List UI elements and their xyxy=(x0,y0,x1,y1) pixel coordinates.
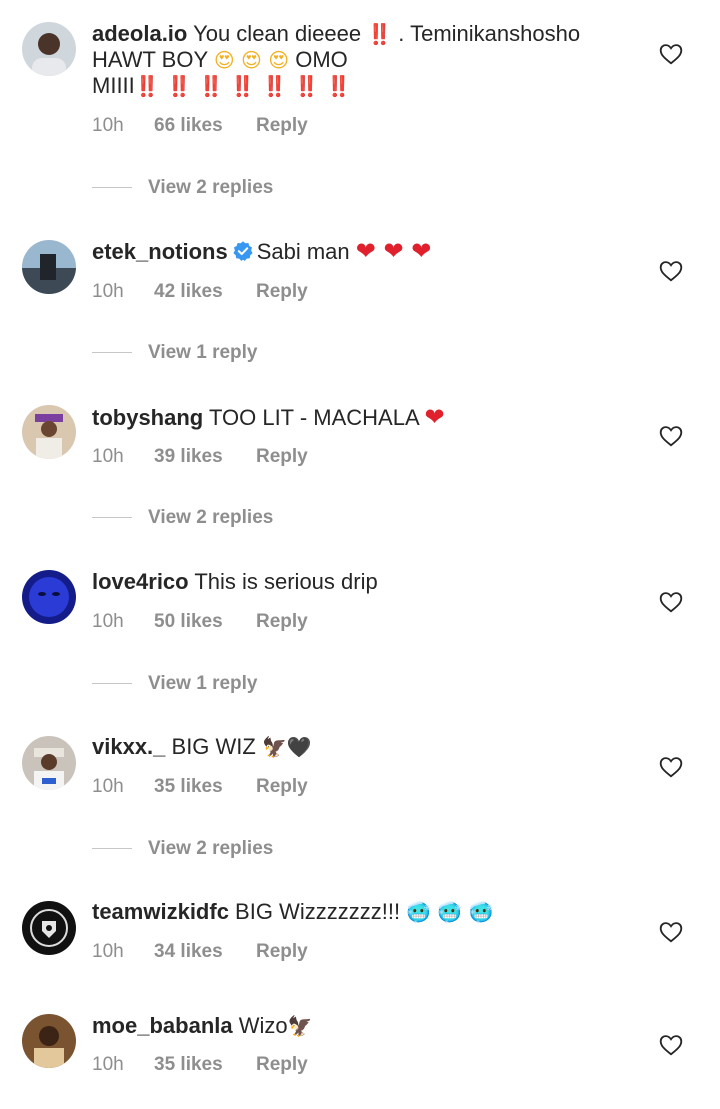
reply-button[interactable]: Reply xyxy=(256,115,308,137)
comment-text: moe_babanla Wizo🦅 xyxy=(92,1013,313,1038)
comment-text: adeola.io You clean dieeee ‼️ . Teminika… xyxy=(92,21,581,98)
comment-time: 10h xyxy=(92,115,124,136)
red-heart-emoji: ❤ ❤ ❤ xyxy=(355,237,432,265)
comment-likes[interactable]: 42 likes xyxy=(154,281,256,303)
avatar[interactable] xyxy=(22,240,76,294)
like-heart-icon[interactable] xyxy=(658,919,684,945)
comment-text: etek_notions Sabi man ❤ ❤ ❤ xyxy=(92,237,432,265)
comment-text: vikxx._ BIG WIZ 🦅🖤 xyxy=(92,734,312,759)
comment-time: 10h xyxy=(92,941,124,962)
comment-text: love4rico This is serious drip xyxy=(92,569,378,594)
comment-likes[interactable]: 35 likes xyxy=(154,776,256,798)
avatar[interactable] xyxy=(22,736,76,790)
comment-text: teamwizkidfc BIG Wizzzzzzz!!! 🥶 🥶 🥶 xyxy=(92,899,494,924)
comment-meta: 10h 42 likes Reply xyxy=(92,281,308,303)
eagle-black-heart-emoji: 🦅🖤 xyxy=(261,735,312,759)
view-replies-button[interactable]: View 2 replies xyxy=(92,177,273,199)
comment-username[interactable]: adeola.io xyxy=(92,21,187,46)
replies-divider xyxy=(92,517,132,519)
comment-username[interactable]: teamwizkidfc xyxy=(92,899,229,924)
comment-likes[interactable]: 35 likes xyxy=(154,1054,256,1076)
comment-time: 10h xyxy=(92,611,124,632)
avatar[interactable] xyxy=(22,1014,76,1068)
comment-likes[interactable]: 39 likes xyxy=(154,446,256,468)
view-replies-button[interactable]: View 1 reply xyxy=(92,342,258,364)
comment-meta: 10h 35 likes Reply xyxy=(92,776,308,798)
avatar[interactable] xyxy=(22,570,76,624)
comment-username[interactable]: vikxx._ xyxy=(92,734,165,759)
avatar[interactable] xyxy=(22,405,76,459)
replies-divider xyxy=(92,683,132,685)
like-heart-icon[interactable] xyxy=(658,41,684,67)
like-heart-icon[interactable] xyxy=(658,589,684,615)
double-exclamation-emoji: ‼️ ‼️ ‼️ ‼️ ‼️ ‼️ ‼️ xyxy=(134,74,351,98)
comment-username[interactable]: etek_notions xyxy=(92,239,228,264)
reply-button[interactable]: Reply xyxy=(256,611,308,633)
comment-meta: 10h 66 likes Reply xyxy=(92,115,308,137)
cold-face-emoji: 🥶 🥶 🥶 xyxy=(406,900,494,924)
view-replies-button[interactable]: View 2 replies xyxy=(92,838,273,860)
comment-likes[interactable]: 66 likes xyxy=(154,115,256,137)
view-replies-button[interactable]: View 1 reply xyxy=(92,673,258,695)
comment-meta: 10h 35 likes Reply xyxy=(92,1054,308,1076)
red-heart-emoji: ❤ xyxy=(424,403,445,431)
comment-meta: 10h 39 likes Reply xyxy=(92,446,308,468)
reply-button[interactable]: Reply xyxy=(256,281,308,303)
reply-button[interactable]: Reply xyxy=(256,1054,308,1076)
comment-username[interactable]: tobyshang xyxy=(92,405,203,430)
like-heart-icon[interactable] xyxy=(658,1032,684,1058)
reply-button[interactable]: Reply xyxy=(256,446,308,468)
avatar[interactable] xyxy=(22,901,76,955)
verified-badge-icon xyxy=(232,240,254,262)
comment-meta: 10h 50 likes Reply xyxy=(92,611,308,633)
comment-time: 10h xyxy=(92,1054,124,1075)
comment-username[interactable]: moe_babanla xyxy=(92,1013,233,1038)
view-replies-button[interactable]: View 2 replies xyxy=(92,507,273,529)
comment-username[interactable]: love4rico xyxy=(92,569,189,594)
comment-text: tobyshang TOO LIT - MACHALA ❤ xyxy=(92,403,445,431)
comment-time: 10h xyxy=(92,776,124,797)
comment-time: 10h xyxy=(92,281,124,302)
comment-likes[interactable]: 50 likes xyxy=(154,611,256,633)
double-exclamation-emoji: ‼️ xyxy=(367,22,393,46)
replies-divider xyxy=(92,352,132,354)
comment-meta: 10h 34 likes Reply xyxy=(92,941,308,963)
avatar[interactable] xyxy=(22,22,76,76)
like-heart-icon[interactable] xyxy=(658,258,684,284)
replies-divider xyxy=(92,187,132,189)
like-heart-icon[interactable] xyxy=(658,423,684,449)
eagle-emoji: 🦅 xyxy=(287,1014,313,1038)
like-heart-icon[interactable] xyxy=(658,754,684,780)
comment-time: 10h xyxy=(92,446,124,467)
reply-button[interactable]: Reply xyxy=(256,776,308,798)
reply-button[interactable]: Reply xyxy=(256,941,308,963)
replies-divider xyxy=(92,848,132,850)
comment-likes[interactable]: 34 likes xyxy=(154,941,256,963)
heart-eyes-emoji: 😍 😍 😍 xyxy=(213,48,290,72)
